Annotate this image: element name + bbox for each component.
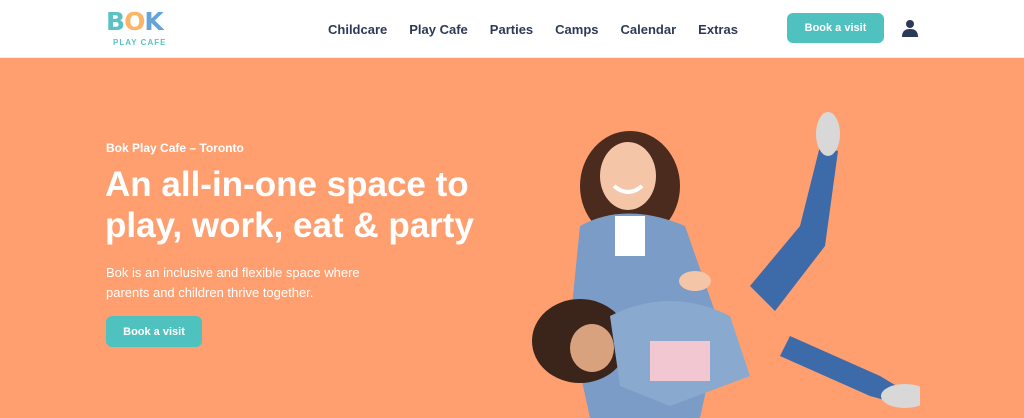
nav-play-cafe[interactable]: Play Cafe — [409, 22, 468, 37]
nav-calendar[interactable]: Calendar — [621, 22, 677, 37]
nav-childcare[interactable]: Childcare — [328, 22, 387, 37]
nav-extras[interactable]: Extras — [698, 22, 738, 37]
site-header: B O K PLAY CAFE Childcare Play Cafe Part… — [0, 0, 1024, 58]
user-icon[interactable] — [902, 19, 918, 37]
logo-letter-b: B — [106, 7, 125, 36]
headline-line-2: play, work, eat & party — [105, 206, 474, 245]
description-line-1: Bok is an inclusive and flexible space w… — [106, 265, 360, 280]
hero-section: Bok Play Cafe – Toronto An all-in-one sp… — [0, 58, 1024, 418]
logo-word: B O K — [106, 9, 170, 34]
book-visit-header-button[interactable]: Book a visit — [787, 13, 884, 43]
hero-headline: An all-in-one space to play, work, eat &… — [105, 164, 525, 246]
logo-tagline: PLAY CAFE — [113, 38, 167, 47]
nav-camps[interactable]: Camps — [555, 22, 598, 37]
hero-description: Bok is an inclusive and flexible space w… — [106, 263, 406, 303]
logo-letter-k: K — [144, 7, 163, 36]
headline-line-1: An all-in-one space to — [105, 165, 469, 204]
logo-letter-o: O — [124, 7, 145, 36]
hero-eyebrow: Bok Play Cafe – Toronto — [106, 141, 244, 155]
nav-parties[interactable]: Parties — [490, 22, 533, 37]
description-line-2: parents and children thrive together. — [106, 285, 314, 300]
brand-logo[interactable]: B O K PLAY CAFE — [106, 9, 170, 49]
book-visit-hero-button[interactable]: Book a visit — [106, 316, 202, 347]
main-nav: Childcare Play Cafe Parties Camps Calend… — [328, 0, 760, 58]
hero-photo — [532, 112, 920, 418]
